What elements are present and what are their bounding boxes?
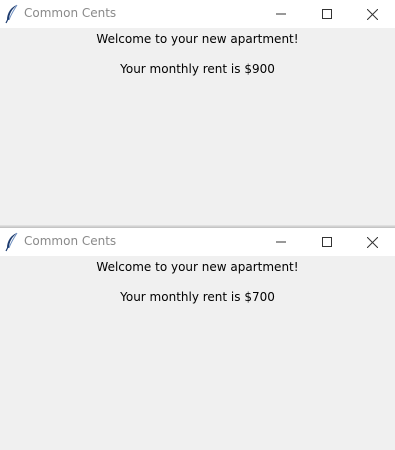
minimize-button[interactable] (258, 0, 304, 28)
window-title: Common Cents (24, 234, 117, 248)
minimize-button[interactable] (258, 228, 304, 256)
minimize-icon (276, 13, 286, 15)
window-content: Welcome to your new apartment! Your mont… (0, 256, 395, 450)
maximize-icon (322, 237, 332, 247)
close-button[interactable] (349, 228, 395, 256)
title-bar[interactable]: Common Cents (0, 0, 395, 28)
app-window: Common Cents Welcome to your new apartme… (0, 0, 395, 226)
title-bar[interactable]: Common Cents (0, 228, 395, 256)
feather-icon (4, 232, 20, 252)
app-window: Common Cents Welcome to your new apartme… (0, 228, 395, 450)
welcome-label: Welcome to your new apartment! (96, 260, 299, 274)
window-title: Common Cents (24, 6, 117, 20)
window-content: Welcome to your new apartment! Your mont… (0, 28, 395, 226)
minimize-icon (276, 241, 286, 243)
close-icon (366, 8, 378, 20)
maximize-button[interactable] (304, 228, 350, 256)
rent-label: Your monthly rent is $900 (120, 62, 275, 76)
welcome-label: Welcome to your new apartment! (96, 32, 299, 46)
rent-label: Your monthly rent is $700 (120, 290, 275, 304)
maximize-icon (322, 9, 332, 19)
close-button[interactable] (349, 0, 395, 28)
feather-icon (4, 4, 20, 24)
close-icon (366, 236, 378, 248)
maximize-button[interactable] (304, 0, 350, 28)
